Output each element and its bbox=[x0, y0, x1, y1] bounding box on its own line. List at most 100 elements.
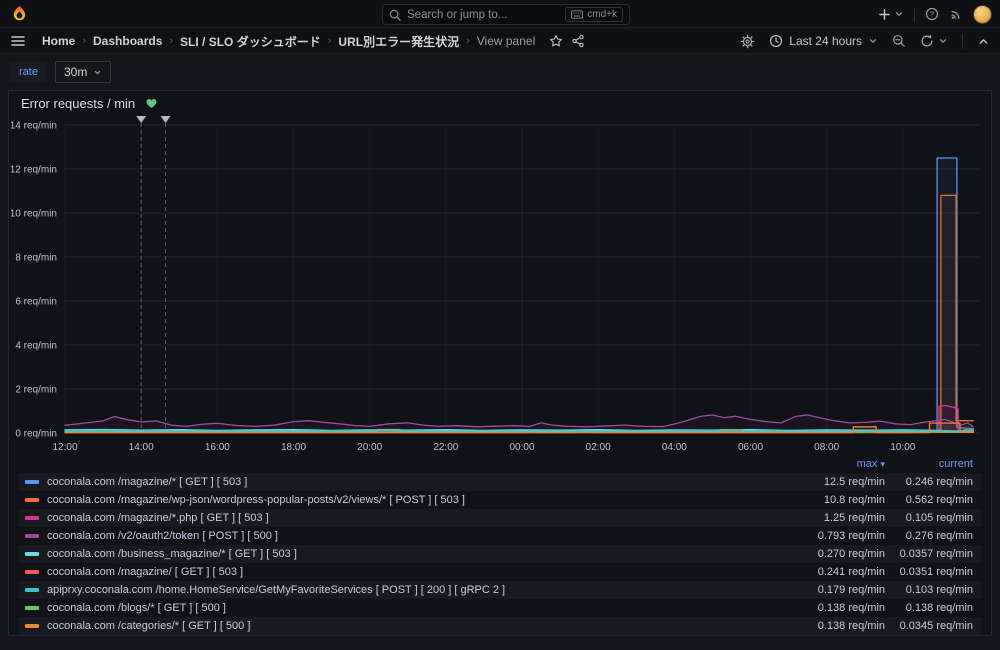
series-current-value: 0.138 req/min bbox=[885, 602, 973, 614]
time-series-chart[interactable]: 0 req/min2 req/min4 req/min6 req/min8 re… bbox=[11, 114, 991, 459]
x-axis-tick-label: 22:00 bbox=[433, 442, 458, 453]
series-color-swatch-icon[interactable] bbox=[25, 498, 39, 502]
series-current-value: 0.246 req/min bbox=[885, 476, 973, 488]
legend-row: coconala.com /categories/* [ GET ] [ 500… bbox=[19, 617, 981, 635]
series-color-swatch-icon[interactable] bbox=[25, 534, 39, 538]
add-new-button[interactable] bbox=[878, 8, 904, 21]
legend-table: max ▾ current coconala.com /magazine/* [… bbox=[19, 457, 981, 635]
series-color-swatch-icon[interactable] bbox=[25, 588, 39, 592]
clock-icon bbox=[769, 34, 783, 48]
series-current-value: 0.0351 req/min bbox=[885, 566, 973, 578]
topbar-right-actions: ? bbox=[878, 0, 992, 28]
breadcrumb-separator: › bbox=[169, 35, 173, 47]
search-icon bbox=[389, 9, 401, 21]
svg-text:?: ? bbox=[930, 10, 934, 19]
legend-row: coconala.com /blogs/* [ GET ] [ 500 ]0.1… bbox=[19, 599, 981, 617]
breadcrumb: Home › Dashboards › SLI / SLO ダッシュボード › … bbox=[42, 33, 535, 50]
panel-header[interactable]: Error requests / min bbox=[9, 91, 991, 115]
panel-toolbar-right: Last 24 hours bbox=[740, 34, 990, 49]
user-avatar[interactable] bbox=[973, 5, 992, 24]
collapse-chevron-up-button[interactable] bbox=[977, 35, 990, 48]
breadcrumb-separator: › bbox=[82, 35, 86, 47]
breadcrumb-dashboards[interactable]: Dashboards bbox=[93, 34, 162, 48]
series-label[interactable]: coconala.com /magazine/* [ GET ] [ 503 ] bbox=[47, 476, 780, 488]
rate-variable-chip[interactable]: rate bbox=[10, 62, 47, 82]
series-max-value: 1.25 req/min bbox=[780, 512, 885, 524]
y-axis-tick-label: 2 req/min bbox=[15, 385, 57, 396]
menu-toggle-icon[interactable] bbox=[10, 33, 26, 49]
keyboard-icon bbox=[571, 10, 583, 19]
annotation-marker-icon[interactable] bbox=[161, 116, 171, 123]
breadcrumb-sli-slo-dashboard[interactable]: SLI / SLO ダッシュボード bbox=[180, 33, 321, 50]
search-input[interactable]: Search or jump to... cmd+k bbox=[382, 4, 630, 25]
legend-row: coconala.com /magazine/*.php [ GET ] [ 5… bbox=[19, 509, 981, 527]
series-color-swatch-icon[interactable] bbox=[25, 480, 39, 484]
series-max-value: 10.8 req/min bbox=[780, 494, 885, 506]
series-max-value: 0.138 req/min bbox=[780, 620, 885, 632]
settings-gear-icon[interactable] bbox=[740, 34, 755, 49]
series-label[interactable]: coconala.com /magazine/*.php [ GET ] [ 5… bbox=[47, 512, 780, 524]
series-label[interactable]: coconala.com /magazine/wp-json/wordpress… bbox=[47, 494, 780, 506]
legend-sort-current[interactable]: current bbox=[885, 458, 973, 470]
series-current-value: 0.0357 req/min bbox=[885, 548, 973, 560]
refresh-button[interactable] bbox=[920, 34, 948, 48]
series-color-swatch-icon[interactable] bbox=[25, 570, 39, 574]
refresh-interval-dropdown-icon[interactable] bbox=[938, 36, 948, 46]
keyboard-shortcut-badge: cmd+k bbox=[565, 7, 623, 22]
series-line bbox=[65, 158, 973, 432]
legend-row: apiprxy.coconala.com /home.HomeService/G… bbox=[19, 581, 981, 599]
series-color-swatch-icon[interactable] bbox=[25, 552, 39, 556]
series-label[interactable]: coconala.com /v2/oauth2/token [ POST ] [… bbox=[47, 530, 780, 542]
top-navigation-bar: Search or jump to... cmd+k ? bbox=[0, 0, 1000, 28]
interval-value: 30m bbox=[64, 65, 87, 79]
interval-dropdown[interactable]: 30m bbox=[55, 61, 111, 83]
breadcrumb-home[interactable]: Home bbox=[42, 34, 75, 48]
series-label[interactable]: coconala.com /magazine/ [ GET ] [ 503 ] bbox=[47, 566, 780, 578]
series-label[interactable]: coconala.com /business_magazine/* [ GET … bbox=[47, 548, 780, 560]
grafana-logo-icon[interactable] bbox=[10, 5, 28, 23]
legend-sort-max[interactable]: max ▾ bbox=[780, 458, 885, 470]
series-color-swatch-icon[interactable] bbox=[25, 516, 39, 520]
health-heart-icon bbox=[145, 97, 158, 110]
shortcut-label: cmd+k bbox=[587, 9, 617, 20]
series-color-swatch-icon[interactable] bbox=[25, 606, 39, 610]
x-axis-tick-label: 20:00 bbox=[357, 442, 382, 453]
series-max-value: 0.793 req/min bbox=[780, 530, 885, 542]
series-color-swatch-icon[interactable] bbox=[25, 624, 39, 628]
legend-row: coconala.com /magazine/ [ GET ] [ 503 ]0… bbox=[19, 563, 981, 581]
error-requests-panel: Error requests / min 0 req/min2 req/min4… bbox=[8, 90, 992, 636]
series-current-value: 0.103 req/min bbox=[885, 584, 973, 596]
share-button[interactable] bbox=[571, 34, 585, 48]
y-axis-tick-label: 8 req/min bbox=[15, 253, 57, 264]
panel-title: Error requests / min bbox=[21, 96, 135, 111]
series-label[interactable]: coconala.com /blogs/* [ GET ] [ 500 ] bbox=[47, 602, 780, 614]
series-current-value: 0.562 req/min bbox=[885, 494, 973, 506]
x-axis-tick-label: 16:00 bbox=[205, 442, 230, 453]
x-axis-tick-label: 10:00 bbox=[890, 442, 915, 453]
series-max-value: 0.241 req/min bbox=[780, 566, 885, 578]
series-current-value: 0.105 req/min bbox=[885, 512, 973, 524]
x-axis-tick-label: 12:00 bbox=[52, 442, 77, 453]
y-axis-tick-label: 14 req/min bbox=[11, 121, 57, 132]
time-range-picker[interactable]: Last 24 hours bbox=[769, 34, 878, 48]
breadcrumb-separator: › bbox=[328, 35, 332, 47]
legend-row: coconala.com /magazine/* [ GET ] [ 503 ]… bbox=[19, 473, 981, 491]
y-axis-tick-label: 10 req/min bbox=[11, 209, 57, 220]
news-rss-button[interactable] bbox=[949, 7, 963, 21]
series-label[interactable]: coconala.com /categories/* [ GET ] [ 500… bbox=[47, 620, 780, 632]
favorite-star-button[interactable] bbox=[549, 34, 563, 48]
legend-header: max ▾ current bbox=[19, 457, 981, 471]
series-label[interactable]: apiprxy.coconala.com /home.HomeService/G… bbox=[47, 584, 780, 596]
series-max-value: 0.138 req/min bbox=[780, 602, 885, 614]
time-range-label: Last 24 hours bbox=[789, 34, 862, 48]
zoom-out-button[interactable] bbox=[892, 34, 906, 48]
help-button[interactable]: ? bbox=[925, 7, 939, 21]
series-max-value: 12.5 req/min bbox=[780, 476, 885, 488]
breadcrumb-url-errors[interactable]: URL別エラー発生状況 bbox=[338, 33, 459, 50]
x-axis-tick-label: 06:00 bbox=[738, 442, 763, 453]
x-axis-tick-label: 04:00 bbox=[662, 442, 687, 453]
x-axis-tick-label: 08:00 bbox=[814, 442, 839, 453]
max-column-header: max bbox=[857, 458, 878, 470]
annotation-marker-icon[interactable] bbox=[136, 116, 146, 123]
chevron-down-icon bbox=[868, 36, 878, 46]
